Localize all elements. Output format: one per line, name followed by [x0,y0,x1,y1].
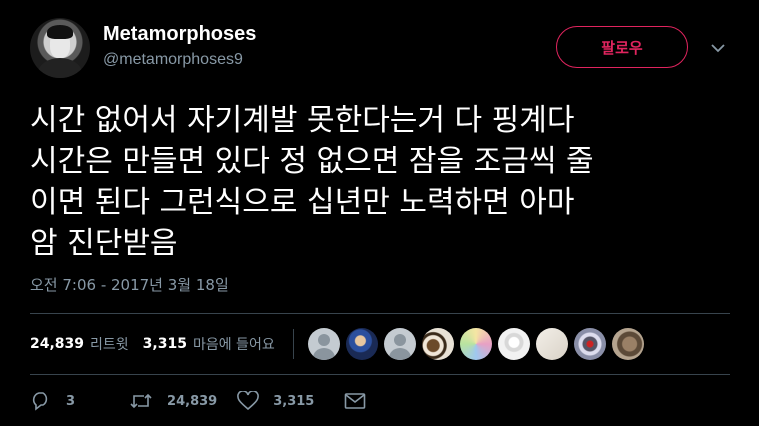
author-avatar[interactable] [30,18,90,78]
heart-icon[interactable] [237,391,260,411]
tweet-header: Metamorphoses @metamorphoses9 팔로우 [30,18,740,80]
tweet-actions: 3 24,839 3,315 [30,386,400,416]
liker-avatar[interactable] [307,328,340,360]
divider [30,374,730,375]
reply-count: 3 [66,393,76,409]
tweet-timestamp[interactable]: 오전 7:06 - 2017년 3월 18일 [30,274,229,295]
retweet-action-count: 24,839 [167,393,218,409]
like-action[interactable]: 3,315 [237,391,314,411]
mail-icon[interactable] [344,392,366,410]
stats-separator [292,329,294,359]
liker-avatar[interactable] [345,328,378,360]
tweet-stats: 24,839 리트윗 3,315 마음에 들어요 [30,328,644,360]
retweet-label[interactable]: 리트윗 [90,334,129,354]
like-count[interactable]: 3,315 [143,336,187,352]
liker-avatar[interactable] [383,328,416,360]
tweet-text: 시간 없어서 자기계발 못한다는거 다 핑계다 시간은 만들면 있다 정 없으면… [30,103,594,261]
message-action[interactable] [344,392,380,410]
liker-avatars [307,328,644,360]
divider [30,313,730,314]
like-action-count: 3,315 [273,393,315,409]
author-name[interactable]: Metamorphoses [103,23,256,46]
retweet-icon[interactable] [129,391,153,411]
retweet-count[interactable]: 24,839 [30,336,84,352]
author-handle[interactable]: @metamorphoses9 [103,51,243,69]
liker-avatar[interactable] [497,328,530,360]
liker-avatar[interactable] [535,328,568,360]
liker-avatar[interactable] [459,328,492,360]
liker-avatar[interactable] [611,328,644,360]
liker-avatar[interactable] [421,328,454,360]
liker-avatar[interactable] [573,328,606,360]
like-label[interactable]: 마음에 들어요 [193,334,275,354]
follow-button[interactable]: 팔로우 [556,26,688,68]
retweet-action[interactable]: 24,839 [129,391,217,411]
reply-icon[interactable] [30,391,52,411]
chevron-down-icon[interactable] [710,40,726,56]
reply-action[interactable]: 3 [30,391,75,411]
